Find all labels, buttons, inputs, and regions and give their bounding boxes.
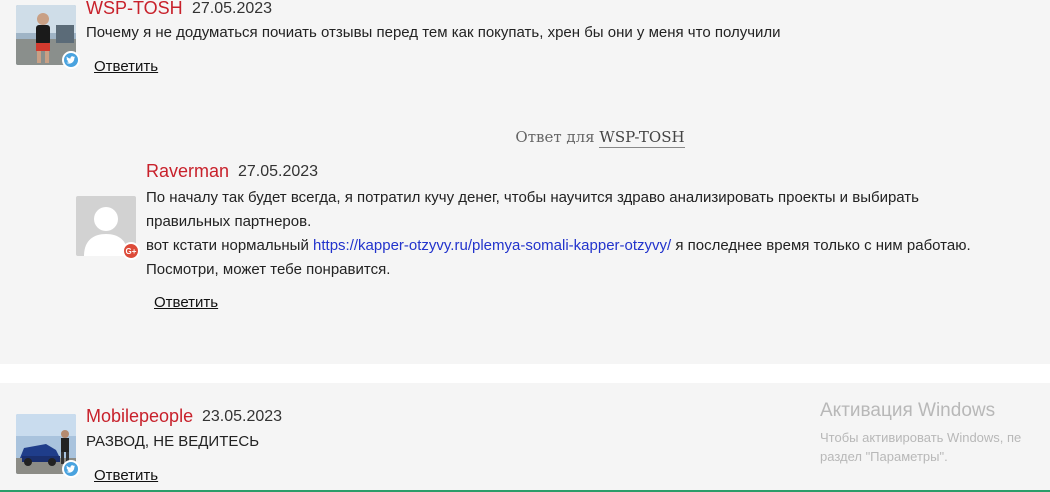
comment-text: Почему я не додуматься почиать отзывы пе… bbox=[86, 24, 781, 41]
comment-text-line: По началу так будет всегда, я потратил к… bbox=[146, 189, 919, 206]
activation-line: раздел "Параметры". bbox=[820, 449, 948, 464]
comment-text-line: правильных партнеров. bbox=[146, 213, 312, 230]
reply-to-header: Ответ для WSP-TOSH bbox=[0, 128, 1050, 148]
comment-text: По началу так будет всегда, я потратил к… bbox=[146, 186, 971, 282]
comment-text-segment: вот кстати нормальный bbox=[146, 237, 309, 254]
comment-author[interactable]: Mobilepeople bbox=[86, 406, 193, 427]
comment-author[interactable]: WSP-TOSH bbox=[86, 0, 183, 19]
comment-text-line: Посмотри, может тебе понравится. bbox=[146, 261, 391, 278]
comment-text-line: вот кстати нормальный https://kapper-otz… bbox=[146, 234, 971, 258]
activation-title: Активация Windows bbox=[820, 400, 996, 421]
reply-button[interactable]: Ответить bbox=[94, 467, 158, 484]
comment-date: 27.05.2023 bbox=[238, 163, 319, 180]
comment-text-segment: я последнее время только с ним работаю. bbox=[675, 237, 971, 254]
windows-activation-watermark: Активация Windows Чтобы активировать Win… bbox=[820, 400, 1021, 466]
reply-to-prefix: Ответ для bbox=[515, 128, 595, 146]
comment-date: 23.05.2023 bbox=[202, 408, 283, 425]
reply-button[interactable]: Ответить bbox=[94, 58, 158, 75]
thread-separator bbox=[0, 364, 1050, 383]
comment-text: РАЗВОД, НЕ ВЕДИТЕСЬ bbox=[86, 433, 260, 450]
activation-line: Чтобы активировать Windows, пе bbox=[820, 430, 1022, 445]
comment-author[interactable]: Raverman bbox=[146, 161, 229, 182]
reply-to-author-link[interactable]: WSP-TOSH bbox=[599, 128, 685, 148]
twitter-icon bbox=[62, 460, 80, 478]
google-plus-icon: G+ bbox=[122, 242, 140, 260]
twitter-icon bbox=[62, 51, 80, 69]
reply-button[interactable]: Ответить bbox=[154, 294, 218, 311]
comment-date: 27.05.2023 bbox=[192, 0, 273, 17]
comment-link[interactable]: https://kapper-otzyvy.ru/plemya-somali-k… bbox=[313, 237, 671, 254]
